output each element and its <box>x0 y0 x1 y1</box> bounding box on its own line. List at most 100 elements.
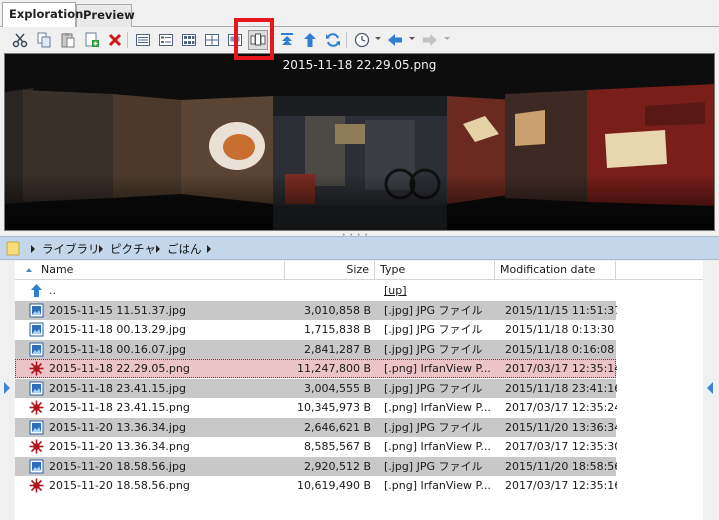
sort-ascending-icon <box>26 268 32 272</box>
back-icon[interactable] <box>385 30 405 50</box>
file-date: 2015/11/20 18:58:56 <box>505 459 617 473</box>
table-row[interactable]: .. [up] <box>15 281 616 300</box>
breadcrumb-item-gohan[interactable]: ごはん <box>167 241 202 257</box>
icons-view-icon[interactable] <box>202 30 222 50</box>
file-type: [.png] IrfanView P... <box>384 440 491 453</box>
file-size: 3,010,858 B <box>303 303 371 317</box>
file-type: [.png] IrfanView P... <box>384 479 491 492</box>
file-date: 2015/11/18 23:41:16 <box>505 381 617 395</box>
new-file-icon[interactable] <box>82 30 102 50</box>
file-name: 2015-11-20 18.58.56.jpg <box>49 459 186 473</box>
filmstrip-view-icon[interactable] <box>225 30 245 50</box>
column-header-type[interactable]: Type <box>375 261 495 280</box>
file-name: .. <box>49 284 56 297</box>
file-name: 2015-11-20 13.36.34.jpg <box>49 420 186 434</box>
table-row[interactable]: 2015-11-20 13.36.34.png 8,585,567 B [.png]… <box>15 437 617 456</box>
file-size <box>285 281 371 300</box>
toolbar-separator <box>346 32 347 48</box>
file-type: [.jpg] JPG ファイル <box>384 303 483 317</box>
column-header-size[interactable]: Size <box>285 261 375 280</box>
breadcrumb-separator-icon[interactable] <box>99 245 103 253</box>
jpg-file-icon <box>29 322 44 337</box>
file-date: 2017/03/17 12:35:24 <box>505 401 617 414</box>
irfanview-file-icon <box>29 439 44 454</box>
list-view-icon[interactable] <box>156 30 176 50</box>
file-type: [.jpg] JPG ファイル <box>384 342 483 356</box>
breadcrumb-separator-icon[interactable] <box>31 245 35 253</box>
file-size: 1,715,838 B <box>303 323 371 336</box>
folder-icon[interactable] <box>6 241 20 256</box>
file-date: 2017/03/17 12:35:16 <box>505 479 617 492</box>
irfanview-file-icon <box>29 478 44 493</box>
file-size: 10,345,973 B <box>296 401 371 414</box>
table-row[interactable]: 2015-11-18 23.41.15.jpg 3,004,555 B [.jpg]… <box>15 378 617 398</box>
breadcrumb: ライブラリ ピクチャ ごはん <box>0 236 719 260</box>
column-header-date[interactable]: Modification date <box>495 261 616 280</box>
column-header-name-label: Name <box>41 263 74 276</box>
jpg-file-icon <box>29 420 44 435</box>
forward-dropdown-icon[interactable] <box>444 37 450 40</box>
coverflow-viewer[interactable]: 2015-11-18 22.29.05.png <box>4 53 715 231</box>
table-row[interactable]: 2015-11-20 13.36.34.jpg 2,646,621 B [.jpg]… <box>15 417 617 437</box>
table-row[interactable]: 2015-11-18 23.41.15.png 10,345,973 B [.png… <box>15 398 617 417</box>
cut-icon[interactable] <box>10 30 30 50</box>
file-date: 2017/03/17 12:35:14 <box>505 362 617 375</box>
history-icon[interactable] <box>352 30 372 50</box>
file-size: 2,646,621 B <box>303 420 371 434</box>
up-folder-icon[interactable] <box>300 30 320 50</box>
coverflow-view-icon[interactable] <box>248 30 268 50</box>
table-row[interactable]: 2015-11-20 18.58.56.jpg 2,920,512 B [.jpg]… <box>15 456 617 476</box>
history-dropdown-icon[interactable] <box>375 37 381 40</box>
column-header-name[interactable]: Name <box>15 261 285 280</box>
file-size: 8,585,567 B <box>303 440 371 453</box>
forward-icon[interactable] <box>420 30 440 50</box>
irfanview-file-icon <box>29 400 44 415</box>
file-name: 2015-11-15 11.51.37.jpg <box>49 303 186 317</box>
irfanview-file-icon <box>29 361 44 376</box>
file-size: 2,920,512 B <box>303 459 371 473</box>
tab-preview[interactable]: Preview <box>76 4 135 27</box>
file-size: 2,841,287 B <box>303 342 371 356</box>
breadcrumb-item-pictures[interactable]: ピクチャ <box>110 241 156 257</box>
file-date: 2015/11/18 0:16:08 <box>505 342 615 356</box>
jpg-file-icon <box>29 342 44 357</box>
details-view-icon[interactable] <box>133 30 153 50</box>
file-date: 2015/11/15 11:51:37 <box>505 303 617 317</box>
file-date: 2015/11/18 0:13:30 <box>505 323 615 336</box>
right-panel-toggle-icon[interactable] <box>707 382 713 394</box>
table-row[interactable]: 2015-11-18 00.13.29.jpg 1,715,838 B [.jpg]… <box>15 320 616 339</box>
up-arrow-icon <box>29 283 44 298</box>
paste-icon[interactable] <box>58 30 78 50</box>
table-row[interactable]: 2015-11-20 18.58.56.png 10,619,490 B [.png… <box>15 476 617 495</box>
breadcrumb-separator-icon[interactable] <box>156 245 160 253</box>
file-type: [up] <box>384 284 407 297</box>
breadcrumb-separator-icon[interactable] <box>207 245 211 253</box>
copy-icon[interactable] <box>34 30 54 50</box>
back-dropdown-icon[interactable] <box>409 37 415 40</box>
table-row[interactable]: 2015-11-15 11.51.37.jpg 3,010,858 B [.jpg]… <box>15 300 617 320</box>
file-type: [.jpg] JPG ファイル <box>384 381 483 395</box>
file-type: [.png] IrfanView P... <box>384 362 491 375</box>
file-name: 2015-11-18 23.41.15.jpg <box>49 381 186 395</box>
breadcrumb-item-library[interactable]: ライブラリ <box>42 241 100 257</box>
toolbar-separator <box>272 32 273 48</box>
file-size: 11,247,800 B <box>296 362 371 375</box>
table-row[interactable]: 2015-11-18 22.29.05.png 11,247,800 B [.png… <box>15 359 617 378</box>
file-size: 10,619,490 B <box>296 479 371 492</box>
thumbnails-view-icon[interactable] <box>179 30 199 50</box>
file-date: 2017/03/17 12:35:30 <box>505 440 617 453</box>
refresh-icon[interactable] <box>323 30 343 50</box>
table-row[interactable]: 2015-11-18 00.16.07.jpg 2,841,287 B [.jpg]… <box>15 339 616 359</box>
jpg-file-icon <box>29 303 44 318</box>
delete-icon[interactable] <box>105 30 125 50</box>
file-date <box>505 281 617 300</box>
file-type: [.jpg] JPG ファイル <box>384 420 483 434</box>
file-name: 2015-11-20 18.58.56.png <box>49 479 190 492</box>
list-header: Name Size Type Modification date <box>15 261 703 280</box>
file-type: [.png] IrfanView P... <box>384 401 491 414</box>
left-panel-toggle-icon[interactable] <box>4 382 10 394</box>
top-icon[interactable] <box>277 30 297 50</box>
tab-exploration[interactable]: Exploration <box>2 2 83 27</box>
file-type: [.jpg] JPG ファイル <box>384 459 483 473</box>
coverflow-images <box>5 84 714 230</box>
